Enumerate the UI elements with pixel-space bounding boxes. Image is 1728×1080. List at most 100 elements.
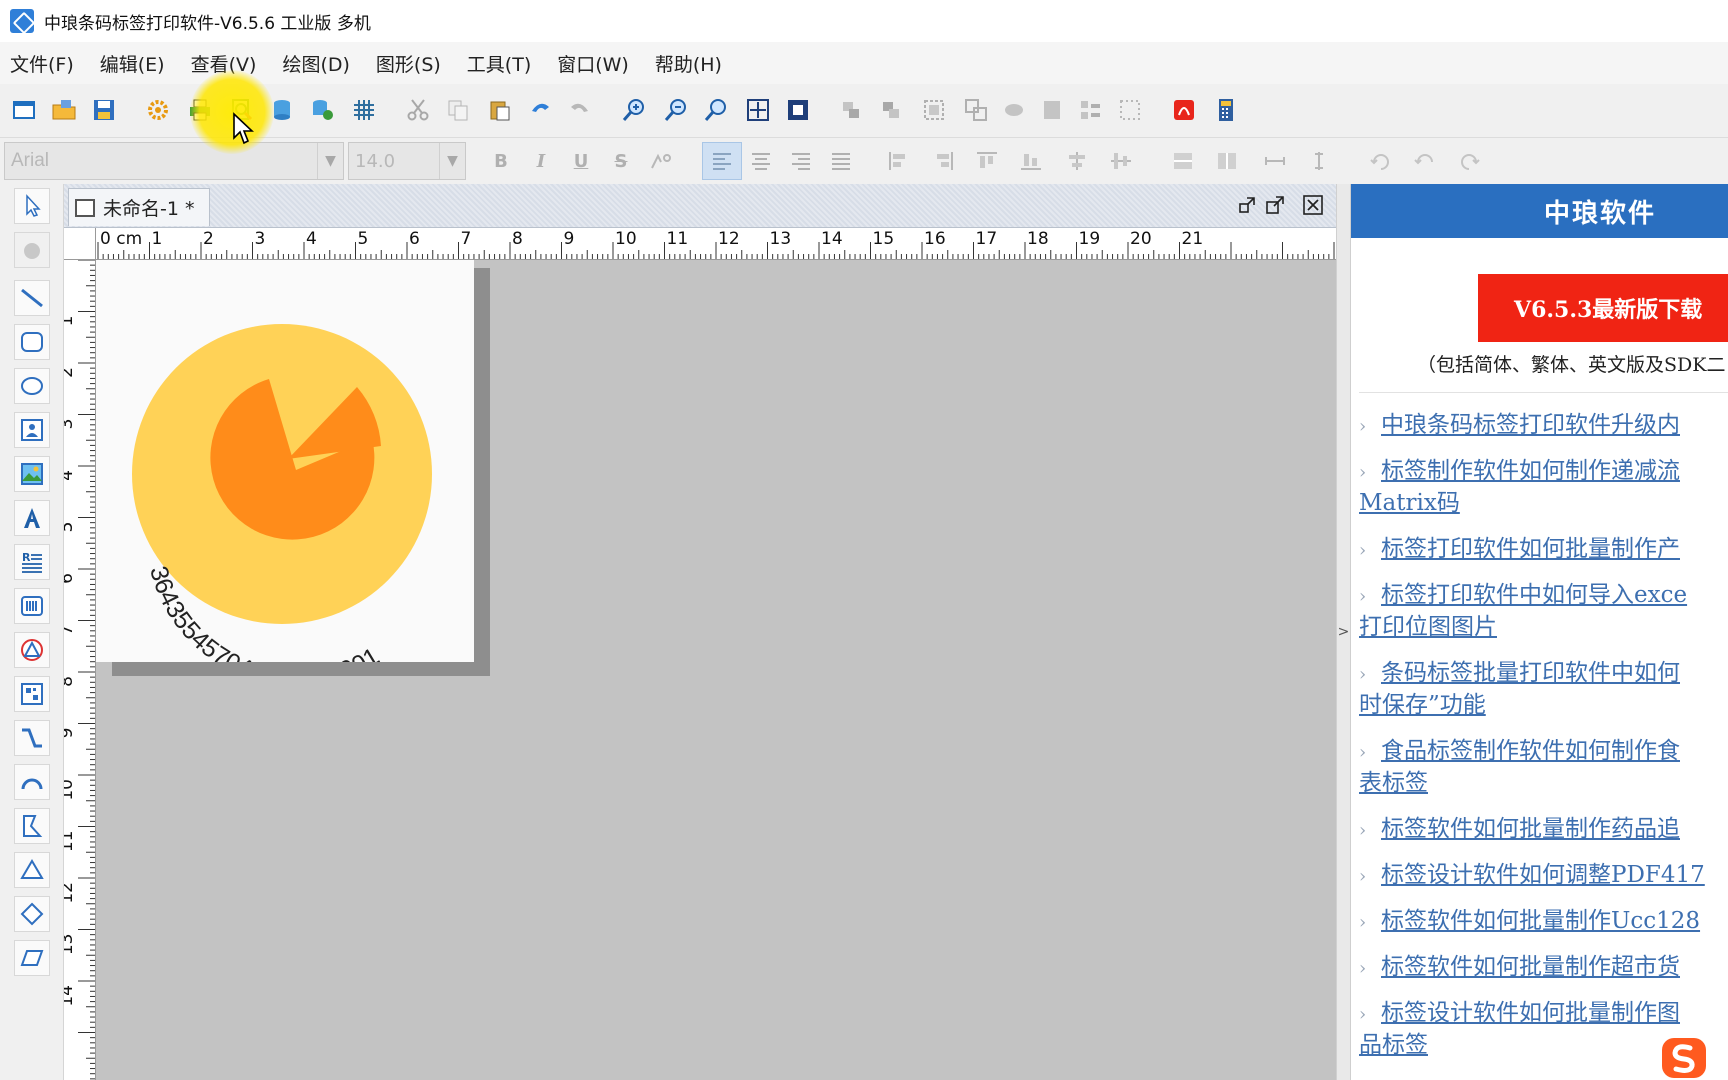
rotate-90-button[interactable] — [1366, 146, 1396, 176]
line-tool[interactable] — [14, 280, 50, 316]
maximize-button[interactable] — [1264, 194, 1286, 216]
diamond-tool[interactable] — [14, 896, 50, 932]
download-latest-button[interactable]: V6.5.3最新版下载 — [1478, 274, 1728, 342]
news-link[interactable]: › 标签制作软件如何制作递减流 Matrix码 — [1359, 456, 1728, 518]
bold-button[interactable]: B — [486, 146, 516, 176]
spacing-button[interactable] — [1304, 146, 1334, 176]
same-height-button[interactable] — [1212, 146, 1242, 176]
font-family-select[interactable]: Arial ▼ — [4, 142, 344, 180]
same-size-button[interactable] — [1260, 146, 1290, 176]
news-link[interactable]: › 标签打印软件中如何导入exce 打印位图图片 — [1359, 580, 1728, 642]
undo-button[interactable] — [526, 96, 554, 124]
parallelogram-tool[interactable] — [14, 940, 50, 976]
grid-button[interactable] — [350, 96, 378, 124]
ellipse-tool[interactable] — [14, 368, 50, 404]
menu-shape[interactable]: 图形(S) — [372, 48, 445, 79]
fit-page-button[interactable] — [744, 96, 772, 124]
restore-button[interactable] — [1236, 194, 1258, 216]
align-objects-bottom-button[interactable] — [1016, 146, 1046, 176]
center-horizontal-button[interactable] — [1062, 146, 1092, 176]
group-button[interactable] — [920, 96, 948, 124]
picture-tool[interactable] — [14, 412, 50, 448]
close-document-button[interactable] — [1302, 194, 1324, 216]
open-button[interactable] — [50, 96, 78, 124]
barcode-tool[interactable] — [14, 588, 50, 624]
image-tool[interactable] — [14, 456, 50, 492]
news-link[interactable]: › 标签软件如何批量制作Ucc128 — [1359, 906, 1728, 938]
zoom-actual-button[interactable] — [702, 96, 730, 124]
paste-button[interactable] — [486, 96, 514, 124]
menu-tools[interactable]: 工具(T) — [463, 48, 535, 79]
italic-button[interactable]: I — [526, 146, 556, 176]
print-button[interactable] — [186, 96, 214, 124]
rotate-180-button[interactable] — [1410, 146, 1440, 176]
menu-view[interactable]: 查看(V) — [187, 48, 261, 79]
menu-edit[interactable]: 编辑(E) — [96, 48, 169, 79]
zoom-out-button[interactable] — [662, 96, 690, 124]
rich-text-tool[interactable]: R — [14, 544, 50, 580]
chevron-down-icon[interactable]: ▼ — [317, 143, 343, 179]
menu-draw[interactable]: 绘图(D) — [278, 48, 353, 79]
menu-window[interactable]: 窗口(W) — [553, 48, 633, 79]
save-button[interactable] — [90, 96, 118, 124]
layer-button[interactable] — [1038, 96, 1066, 124]
news-link[interactable]: › 标签软件如何批量制作药品追 — [1359, 814, 1728, 846]
text-tool[interactable] — [14, 500, 50, 536]
strikethrough-button[interactable]: S — [606, 146, 636, 176]
align-left-button[interactable] — [702, 142, 742, 180]
chevron-down-icon[interactable]: ▼ — [439, 143, 465, 179]
panel-collapse-handle[interactable]: > — [1337, 184, 1351, 1080]
font-size-select[interactable]: 14.0 ▼ — [348, 142, 466, 180]
align-objects-button-2[interactable] — [878, 96, 906, 124]
calculator-button[interactable] — [1212, 96, 1240, 124]
size-button[interactable] — [1116, 96, 1144, 124]
line-icon — [21, 288, 43, 308]
new-document-button[interactable] — [10, 96, 38, 124]
sogou-ime-icon[interactable] — [1660, 1036, 1708, 1080]
align-right-button[interactable] — [786, 146, 816, 176]
align-objects-top-button[interactable] — [972, 146, 1002, 176]
polygon-tool[interactable] — [14, 808, 50, 844]
shape-tool[interactable] — [14, 632, 50, 668]
distribute-button[interactable] — [1076, 96, 1104, 124]
redo-button[interactable] — [566, 96, 594, 124]
align-objects-right-button[interactable] — [928, 146, 958, 176]
design-canvas[interactable]: 364355457041800000001 — [96, 260, 1336, 1080]
align-left-objects-button[interactable] — [838, 96, 866, 124]
news-link[interactable]: › 中琅条码标签打印软件升级内 — [1359, 410, 1728, 442]
triangle-tool[interactable] — [14, 852, 50, 888]
news-link[interactable]: › 食品标签制作软件如何制作食 表标签 — [1359, 736, 1728, 798]
document-tab[interactable]: 未命名-1 * — [68, 188, 210, 226]
polyline-tool[interactable] — [14, 720, 50, 756]
pan-tool[interactable] — [14, 232, 50, 268]
ungroup-button[interactable] — [962, 96, 990, 124]
fit-width-button[interactable] — [784, 96, 812, 124]
select-tool[interactable] — [14, 188, 50, 224]
rotate-270-button[interactable] — [1454, 146, 1484, 176]
align-objects-left-button[interactable] — [884, 146, 914, 176]
center-vertical-button[interactable] — [1106, 146, 1136, 176]
same-width-button[interactable] — [1168, 146, 1198, 176]
rectangle-tool[interactable] — [14, 324, 50, 360]
align-justify-button[interactable] — [826, 146, 856, 176]
cut-button[interactable] — [404, 96, 432, 124]
arc-tool[interactable] — [14, 764, 50, 800]
qrcode-tool[interactable] — [14, 676, 50, 712]
export-pdf-button[interactable] — [1170, 96, 1198, 124]
news-link[interactable]: › 标签打印软件如何批量制作产 — [1359, 534, 1728, 566]
zoom-in-button[interactable] — [620, 96, 648, 124]
database-settings-button[interactable] — [308, 96, 336, 124]
menu-help[interactable]: 帮助(H) — [651, 48, 726, 79]
menu-file[interactable]: 文件(F) — [6, 48, 78, 79]
news-link[interactable]: › 标签软件如何批量制作超市货 — [1359, 952, 1728, 984]
news-link[interactable]: › 条码标签批量打印软件中如何 时保存”功能 — [1359, 658, 1728, 720]
database-button[interactable] — [268, 96, 296, 124]
label-paper[interactable]: 364355457041800000001 — [96, 260, 474, 662]
news-link[interactable]: › 标签设计软件如何调整PDF417 — [1359, 860, 1728, 892]
superscript-button[interactable] — [646, 146, 676, 176]
align-center-button[interactable] — [746, 146, 776, 176]
settings-button[interactable] — [144, 96, 172, 124]
lock-button[interactable] — [1000, 96, 1028, 124]
copy-button[interactable] — [444, 96, 472, 124]
underline-button[interactable]: U — [566, 146, 596, 176]
